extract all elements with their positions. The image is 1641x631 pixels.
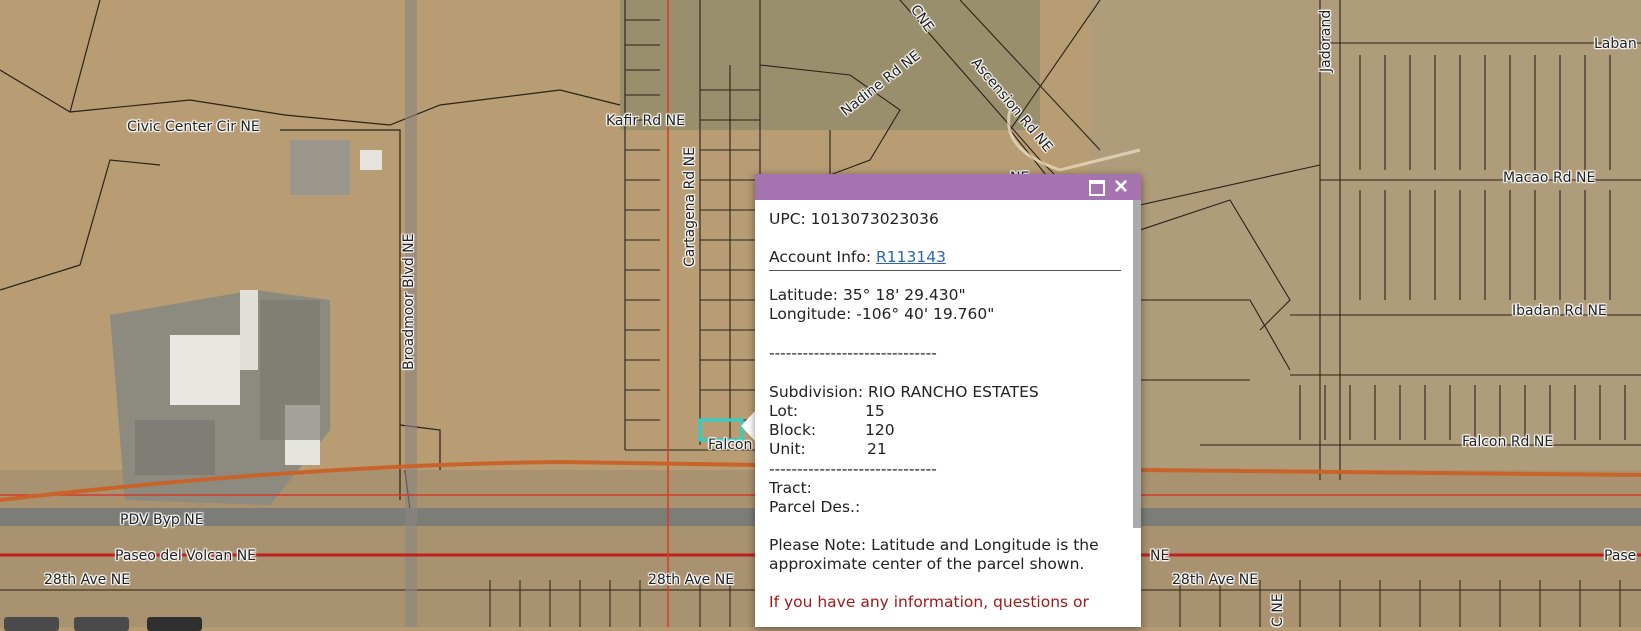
contact-note: If you have any information, questions o…: [769, 593, 1089, 611]
popup-header: ×: [755, 174, 1141, 200]
divider: [769, 270, 1121, 271]
unit-value: 21: [867, 440, 887, 458]
map-tool-button[interactable]: [147, 617, 202, 631]
lot-label: Lot:: [769, 402, 799, 420]
parcel-des-label: Parcel Des.:: [769, 498, 861, 516]
road-label: 28th Ave NE: [1172, 572, 1259, 588]
road-label: Cartagena Rd NE: [682, 147, 698, 267]
close-button[interactable]: ×: [1111, 175, 1131, 199]
longitude-value: Longitude: -106° 40' 19.760": [769, 305, 995, 323]
road-label: C NE: [1270, 593, 1286, 627]
road-label: Broadmoor Blvd NE: [401, 233, 417, 371]
block-row: Block: 120: [769, 421, 969, 441]
separator-text: ------------------------------: [769, 460, 937, 478]
note-line: Please Note: Latitude and Longitude is t…: [769, 536, 1099, 554]
maximize-icon: [1089, 180, 1105, 196]
road-label: Macao Rd NE: [1503, 170, 1596, 186]
account-info: Account Info: R113143: [769, 248, 946, 268]
maximize-button[interactable]: [1087, 177, 1107, 197]
account-info-label: Account Info:: [769, 248, 876, 266]
road-label: NE: [1150, 548, 1170, 564]
separator-text: ------------------------------: [769, 344, 937, 362]
account-link[interactable]: R113143: [876, 248, 946, 266]
popup-content: UPC: 1013073023036 Account Info: R113143…: [769, 200, 1121, 627]
upc-value: UPC: 1013073023036: [769, 210, 939, 228]
road-label: Laban: [1594, 36, 1637, 52]
tract-label: Tract:: [769, 479, 812, 497]
map-tool-button[interactable]: [4, 617, 59, 631]
road-label: PDV Byp NE: [120, 512, 204, 528]
parcel-info-popup: × UPC: 1013073023036 Account Info: R1131…: [755, 174, 1141, 627]
road-label: Ibadan Rd NE: [1512, 303, 1607, 319]
road-label: Paseo del Volcan NE: [115, 548, 257, 564]
close-icon: ×: [1113, 173, 1128, 200]
road-label: 28th Ave NE: [44, 572, 131, 588]
terrain-east: [1090, 0, 1641, 470]
road-label: Civic Center Cir NE: [127, 119, 260, 135]
lot-row: Lot: 15: [769, 402, 969, 422]
block-label: Block:: [769, 421, 817, 439]
unit-row: Unit: 21: [769, 440, 969, 460]
road-label: Jadorand: [1318, 9, 1334, 72]
block-value: 120: [865, 421, 895, 439]
note-line: approximate center of the parcel shown.: [769, 555, 1085, 573]
road-label: 28th Ave NE: [648, 572, 735, 588]
popup-scrollbar[interactable]: [1133, 200, 1141, 528]
unit-label: Unit:: [769, 440, 806, 458]
road-label: Kafir Rd NE: [606, 113, 685, 129]
road-label: Falcon Rd NE: [1462, 434, 1554, 450]
road-label: Pase: [1604, 548, 1637, 564]
popup-pointer: [741, 410, 756, 442]
latitude-value: Latitude: 35° 18' 29.430": [769, 286, 966, 304]
lot-value: 15: [865, 402, 885, 420]
map-tool-button[interactable]: [74, 617, 129, 631]
subdivision-value: Subdivision: RIO RANCHO ESTATES: [769, 383, 1039, 401]
